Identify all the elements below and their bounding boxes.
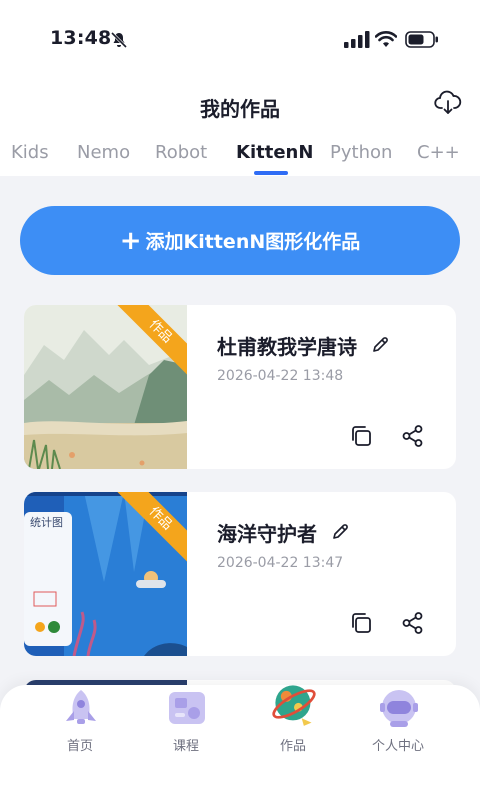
tab-kids[interactable]: Kids bbox=[11, 142, 49, 163]
copy-icon[interactable] bbox=[349, 611, 373, 635]
planet-icon bbox=[272, 685, 316, 726]
work-timestamp: 2026-04-22 13:47 bbox=[217, 555, 344, 571]
nav-works[interactable]: 作品 bbox=[243, 685, 343, 765]
pencil-icon[interactable] bbox=[331, 523, 349, 541]
work-title: 海洋守护者 bbox=[217, 522, 317, 546]
status-bar: 13:48 bbox=[0, 0, 480, 78]
work-card[interactable]: 统计图 作品 海洋守护者 2026-04-22 13:47 bbox=[24, 492, 456, 656]
work-timestamp: 2026-04-22 13:48 bbox=[217, 368, 344, 384]
thumb-caption: 统计图 bbox=[30, 516, 63, 529]
astronaut-icon bbox=[380, 690, 418, 727]
share-icon[interactable] bbox=[401, 611, 425, 635]
signal-icon bbox=[344, 31, 370, 48]
nav-profile-label: 个人中心 bbox=[371, 739, 424, 754]
work-card[interactable]: 作品 杜甫教我学唐诗 2026-04-22 13:48 bbox=[24, 305, 456, 469]
cloud-download-icon[interactable] bbox=[434, 90, 462, 116]
nav-works-label: 作品 bbox=[279, 739, 306, 754]
wifi-icon bbox=[375, 31, 397, 47]
share-icon[interactable] bbox=[401, 424, 425, 448]
copy-icon[interactable] bbox=[349, 424, 373, 448]
bell-muted-icon bbox=[110, 31, 128, 49]
rocket-icon bbox=[66, 690, 96, 724]
course-icon bbox=[169, 692, 205, 724]
add-work-button[interactable]: + 添加KittenN图形化作品 bbox=[20, 206, 460, 275]
work-thumbnail[interactable]: 作品 bbox=[24, 305, 187, 469]
plus-icon: + bbox=[119, 225, 142, 256]
tab-python[interactable]: Python bbox=[330, 142, 392, 163]
tab-robot[interactable]: Robot bbox=[155, 142, 207, 163]
tab-cpp[interactable]: C++ bbox=[417, 142, 460, 163]
tab-nemo[interactable]: Nemo bbox=[77, 142, 130, 163]
nav-home-label: 首页 bbox=[66, 739, 93, 754]
nav-courses-label: 课程 bbox=[172, 739, 199, 754]
bottom-nav: 首页 课程 作品 个人中心 bbox=[0, 685, 480, 800]
nav-courses[interactable]: 课程 bbox=[136, 685, 236, 765]
status-time: 13:48 bbox=[50, 27, 112, 49]
nav-home[interactable]: 首页 bbox=[30, 685, 130, 765]
page-title: 我的作品 bbox=[200, 97, 280, 121]
work-thumbnail[interactable]: 统计图 作品 bbox=[24, 492, 187, 656]
battery-icon bbox=[405, 31, 438, 48]
nav-profile[interactable]: 个人中心 bbox=[348, 685, 448, 765]
work-title: 杜甫教我学唐诗 bbox=[217, 335, 357, 359]
active-tab-indicator bbox=[254, 171, 288, 175]
tab-kittenn[interactable]: KittenN bbox=[236, 142, 313, 163]
pencil-icon[interactable] bbox=[371, 336, 389, 354]
add-work-button-label: 添加KittenN图形化作品 bbox=[145, 231, 361, 253]
